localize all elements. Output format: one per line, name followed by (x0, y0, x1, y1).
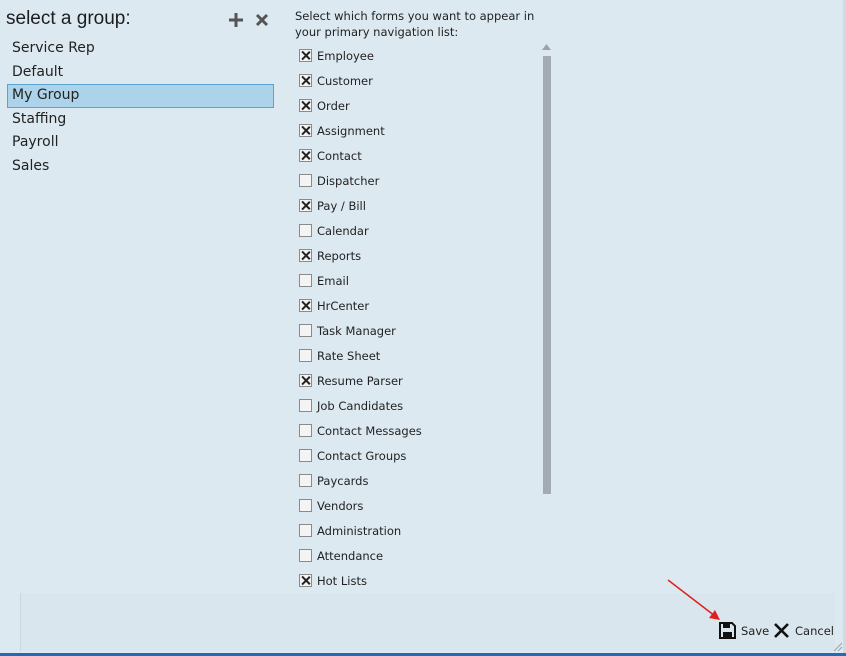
form-item[interactable]: Hot Lists (299, 568, 539, 593)
form-label: Pay / Bill (317, 198, 366, 213)
form-item[interactable]: Dispatcher (299, 168, 539, 193)
form-checkbox[interactable] (299, 149, 312, 162)
form-item[interactable]: Reports (299, 243, 539, 268)
close-icon[interactable] (255, 13, 269, 27)
form-label: Dispatcher (317, 173, 380, 188)
form-item[interactable]: Employee (299, 43, 539, 68)
form-item[interactable]: Task Manager (299, 318, 539, 343)
forms-instruction: Select which forms you want to appear in… (295, 9, 535, 39)
form-item[interactable]: Paycards (299, 468, 539, 493)
form-label: Vendors (317, 498, 364, 513)
group-item[interactable]: Payroll (7, 131, 274, 155)
annotation-arrow-icon (667, 579, 720, 620)
form-label: Job Candidates (317, 398, 404, 413)
form-item[interactable]: HrCenter (299, 293, 539, 318)
group-item[interactable]: Sales (7, 155, 274, 179)
save-label: Save (741, 623, 770, 638)
form-checkbox[interactable] (299, 299, 312, 312)
form-checkbox[interactable] (299, 424, 312, 437)
form-item[interactable]: Rate Sheet (299, 343, 539, 368)
form-label: Calendar (317, 223, 369, 238)
form-item[interactable]: Email (299, 268, 539, 293)
floppy-disk-icon (719, 622, 736, 639)
form-item[interactable]: Contact Groups (299, 443, 539, 468)
form-label: Employee (317, 48, 374, 63)
form-checkbox[interactable] (299, 224, 312, 237)
form-label: Contact Messages (317, 423, 422, 438)
form-label: Order (317, 98, 350, 113)
form-checkbox[interactable] (299, 324, 312, 337)
group-list: Service Rep Default My Group Staffing Payrol… (7, 37, 274, 178)
form-label: Email (317, 273, 349, 288)
form-label: Customer (317, 73, 373, 88)
forms-checklist: Employee Customer Order Assignment Contact Di… (299, 43, 539, 609)
form-item[interactable]: Pay / Bill (299, 193, 539, 218)
form-checkbox[interactable] (299, 474, 312, 487)
form-item[interactable]: Customer (299, 68, 539, 93)
form-label: Contact (317, 148, 362, 163)
form-label: HrCenter (317, 298, 370, 313)
form-label: Reports (317, 248, 362, 263)
form-item[interactable]: Job Candidates (299, 393, 539, 418)
form-item[interactable]: Attendance (299, 543, 539, 568)
resize-grip-icon[interactable] (831, 640, 843, 652)
plus-icon[interactable] (229, 13, 243, 27)
form-label: Paycards (317, 473, 369, 488)
form-checkbox[interactable] (299, 449, 312, 462)
form-checkbox[interactable] (299, 199, 312, 212)
close-icon (774, 623, 789, 638)
form-label: Assignment (317, 123, 385, 138)
form-label: Hot Lists (317, 573, 367, 588)
form-checkbox[interactable] (299, 124, 312, 137)
form-label: Resume Parser (317, 373, 403, 388)
form-checkbox[interactable] (299, 524, 312, 537)
group-item[interactable]: Staffing (7, 108, 274, 132)
form-item[interactable]: Contact (299, 143, 539, 168)
cancel-button[interactable]: Cancel (773, 622, 834, 639)
scrollbar-thumb[interactable] (543, 56, 551, 494)
form-item[interactable]: Order (299, 93, 539, 118)
form-checkbox[interactable] (299, 99, 312, 112)
form-checkbox[interactable] (299, 349, 312, 362)
form-checkbox[interactable] (299, 274, 312, 287)
form-label: Administration (317, 523, 402, 538)
scroll-up-arrow-icon[interactable] (542, 44, 551, 50)
form-item[interactable]: Assignment (299, 118, 539, 143)
group-item[interactable]: Service Rep (7, 37, 274, 61)
form-item[interactable]: Administration (299, 518, 539, 543)
form-checkbox[interactable] (299, 499, 312, 512)
form-checkbox[interactable] (299, 249, 312, 262)
save-button[interactable]: Save (719, 622, 769, 639)
group-item[interactable]: Default (7, 61, 274, 85)
form-checkbox[interactable] (299, 399, 312, 412)
group-panel-title: select a group: (6, 8, 131, 29)
form-checkbox[interactable] (299, 574, 312, 587)
form-label: Attendance (317, 548, 384, 563)
group-panel: select a group: Service Rep Default My Gro… (0, 0, 282, 656)
form-label: Contact Groups (317, 448, 407, 463)
form-label: Rate Sheet (317, 348, 381, 363)
form-checkbox[interactable] (299, 49, 312, 62)
form-item[interactable]: Contact Messages (299, 418, 539, 443)
form-item[interactable]: Vendors (299, 493, 539, 518)
group-item[interactable]: My Group (7, 84, 274, 108)
form-label: Task Manager (317, 323, 396, 338)
form-item[interactable]: Calendar (299, 218, 539, 243)
form-item[interactable]: Resume Parser (299, 368, 539, 393)
form-checkbox[interactable] (299, 74, 312, 87)
form-checkbox[interactable] (299, 374, 312, 387)
form-checkbox[interactable] (299, 174, 312, 187)
form-checkbox[interactable] (299, 549, 312, 562)
cancel-label: Cancel (795, 623, 834, 638)
